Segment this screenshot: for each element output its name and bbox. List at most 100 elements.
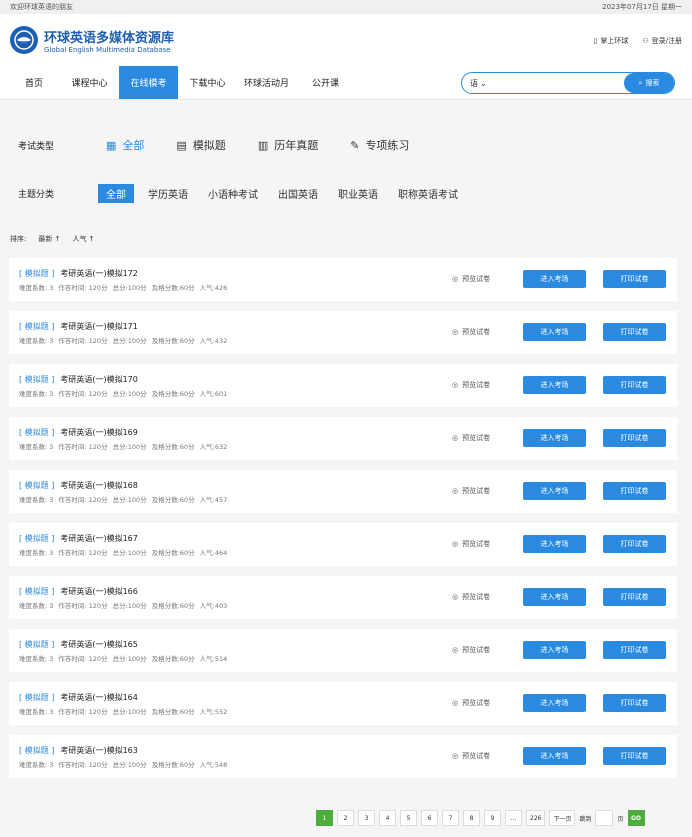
print-paper-button[interactable]: 打印试卷 xyxy=(603,482,666,500)
preview-button[interactable]: ◎ 预览试卷 xyxy=(452,380,490,390)
type-special-practice[interactable]: ✎ 专项练习 xyxy=(350,137,409,153)
preview-label: 预览试卷 xyxy=(462,752,491,760)
preview-button[interactable]: ◎ 预览试卷 xyxy=(452,486,490,496)
preview-button[interactable]: ◎ 预览试卷 xyxy=(452,539,490,549)
preview-button[interactable]: ◎ 预览试卷 xyxy=(452,327,490,337)
exam-meta: 难度系数: 3 作答时间: 120分 总分:100分 及格分数:60分 人气:548 xyxy=(19,759,232,769)
subject-academic[interactable]: 学历英语 xyxy=(148,186,188,201)
page-button[interactable]: 3 xyxy=(358,810,375,826)
type-all[interactable]: ▦ 全部 xyxy=(106,137,144,153)
exam-meta: 难度系数: 3 作答时间: 120分 总分:100分 及格分数:60分 人气:457 xyxy=(19,494,232,504)
logo-icon[interactable] xyxy=(10,26,38,54)
print-paper-button[interactable]: 打印试卷 xyxy=(603,535,666,553)
login-link[interactable]: ⚇ 登录/注册 xyxy=(642,36,682,46)
exam-title-text: 考研英语(一)模拟170 xyxy=(60,375,138,384)
preview-label: 预览试卷 xyxy=(462,487,491,495)
subject-professional-title[interactable]: 职称英语考试 xyxy=(398,186,458,201)
nav-item-home[interactable]: 首页 xyxy=(8,66,60,99)
print-paper-button[interactable]: 打印试卷 xyxy=(603,641,666,659)
sort-label: 排序: xyxy=(10,235,27,243)
nav-item-downloads[interactable]: 下载中心 xyxy=(178,66,237,99)
preview-button[interactable]: ◎ 预览试卷 xyxy=(452,645,490,655)
search-input[interactable] xyxy=(502,78,624,88)
subject-study-abroad[interactable]: 出国英语 xyxy=(278,186,318,201)
preview-button[interactable]: ◎ 预览试卷 xyxy=(452,751,490,761)
mobile-link[interactable]: ▯ 掌上环球 xyxy=(594,36,629,46)
exam-type-tag: [ 模拟题 ] xyxy=(19,746,55,755)
page-button[interactable]: 226 xyxy=(526,810,546,826)
goto-page-input[interactable] xyxy=(595,810,614,826)
print-paper-button[interactable]: 打印试卷 xyxy=(603,323,666,341)
exam-title[interactable]: [ 模拟题 ] 考研英语(一)模拟170 xyxy=(19,374,138,385)
enter-exam-button[interactable]: 进入考场 xyxy=(523,747,586,765)
enter-exam-button[interactable]: 进入考场 xyxy=(523,482,586,500)
type-past-papers[interactable]: ▥ 历年真题 xyxy=(258,137,318,153)
go-button[interactable]: GO xyxy=(627,810,645,826)
sort-popular[interactable]: 人气 ↑ xyxy=(72,234,94,244)
print-paper-button[interactable]: 打印试卷 xyxy=(603,588,666,606)
enter-exam-button[interactable]: 进入考场 xyxy=(523,323,586,341)
enter-exam-button[interactable]: 进入考场 xyxy=(523,270,586,288)
eye-icon: ◎ xyxy=(452,699,459,707)
exam-title[interactable]: [ 模拟题 ] 考研英语(一)模拟163 xyxy=(19,745,138,756)
exam-total: 总分:100分 xyxy=(112,337,147,345)
subject-vocational[interactable]: 职业英语 xyxy=(338,186,378,201)
enter-exam-button[interactable]: 进入考场 xyxy=(523,429,586,447)
exam-title[interactable]: [ 模拟题 ] 考研英语(一)模拟166 xyxy=(19,586,138,597)
preview-button[interactable]: ◎ 预览试卷 xyxy=(452,274,490,284)
exam-time: 作答时间: 120分 xyxy=(58,443,108,451)
brand[interactable]: 环球英语多媒体资源库 Global English Multimedia Dat… xyxy=(44,27,174,54)
nav-item-courses[interactable]: 课程中心 xyxy=(60,66,119,99)
next-page-button[interactable]: 下一页 xyxy=(549,810,576,826)
search-button[interactable]: ⌕ 搜索 xyxy=(624,73,674,93)
page-button[interactable]: 8 xyxy=(463,810,480,826)
preview-button[interactable]: ◎ 预览试卷 xyxy=(452,592,490,602)
exam-title[interactable]: [ 模拟题 ] 考研英语(一)模拟164 xyxy=(19,692,138,703)
nav-item-open-class[interactable]: 公开课 xyxy=(296,66,355,99)
page-button[interactable]: 5 xyxy=(400,810,417,826)
page-button[interactable]: 6 xyxy=(421,810,438,826)
sort-latest[interactable]: 最新 ↑ xyxy=(38,234,60,244)
subject-all[interactable]: 全部 xyxy=(98,183,134,203)
eye-icon: ◎ xyxy=(452,434,459,442)
print-paper-button[interactable]: 打印试卷 xyxy=(603,747,666,765)
exam-title[interactable]: [ 模拟题 ] 考研英语(一)模拟169 xyxy=(19,427,138,438)
exam-title[interactable]: [ 模拟题 ] 考研英语(一)模拟171 xyxy=(19,321,138,332)
exam-title[interactable]: [ 模拟题 ] 考研英语(一)模拟172 xyxy=(19,268,138,279)
exam-title[interactable]: [ 模拟题 ] 考研英语(一)模拟165 xyxy=(19,639,138,650)
page-button[interactable]: 9 xyxy=(484,810,501,826)
enter-exam-button[interactable]: 进入考场 xyxy=(523,694,586,712)
exam-type-tag: [ 模拟题 ] xyxy=(19,428,55,437)
page-button[interactable]: 2 xyxy=(337,810,354,826)
page-button[interactable]: 1 xyxy=(316,810,333,826)
page-button[interactable]: 4 xyxy=(379,810,396,826)
enter-exam-button[interactable]: 进入考场 xyxy=(523,588,586,606)
enter-exam-button[interactable]: 进入考场 xyxy=(523,641,586,659)
exam-title[interactable]: [ 模拟题 ] 考研英语(一)模拟168 xyxy=(19,480,138,491)
preview-button[interactable]: ◎ 预览试卷 xyxy=(452,698,490,708)
type-mock[interactable]: ▤ 模拟题 xyxy=(176,137,225,153)
exam-popularity: 人气:552 xyxy=(199,708,228,716)
eye-icon: ◎ xyxy=(452,646,459,654)
print-paper-button[interactable]: 打印试卷 xyxy=(603,270,666,288)
search-scope-select[interactable]: 语 ⌄ xyxy=(462,78,502,89)
enter-exam-button[interactable]: 进入考场 xyxy=(523,535,586,553)
enter-exam-button[interactable]: 进入考场 xyxy=(523,376,586,394)
page-button[interactable]: 7 xyxy=(442,810,459,826)
exam-meta: 难度系数: 3 作答时间: 120分 总分:100分 及格分数:60分 人气:552 xyxy=(19,706,232,716)
print-paper-button[interactable]: 打印试卷 xyxy=(603,694,666,712)
print-paper-button[interactable]: 打印试卷 xyxy=(603,429,666,447)
exam-popularity: 人气:426 xyxy=(199,284,228,292)
nav-item-online-exam[interactable]: 在线模考 xyxy=(119,66,178,99)
print-paper-button[interactable]: 打印试卷 xyxy=(603,376,666,394)
eye-icon: ◎ xyxy=(452,540,459,548)
exam-title[interactable]: [ 模拟题 ] 考研英语(一)模拟167 xyxy=(19,533,138,544)
nav-item-activity-month[interactable]: 环球活动月 xyxy=(237,66,296,99)
user-icon: ⚇ xyxy=(642,37,649,45)
exam-total: 总分:100分 xyxy=(112,655,147,663)
subject-minor-languages[interactable]: 小语种考试 xyxy=(208,186,258,201)
preview-button[interactable]: ◎ 预览试卷 xyxy=(452,433,490,443)
exam-card: [ 模拟题 ] 考研英语(一)模拟167 难度系数: 3 作答时间: 120分 总分:1… xyxy=(9,523,677,566)
exam-time: 作答时间: 120分 xyxy=(58,390,108,398)
exam-popularity: 人气:403 xyxy=(199,602,228,610)
